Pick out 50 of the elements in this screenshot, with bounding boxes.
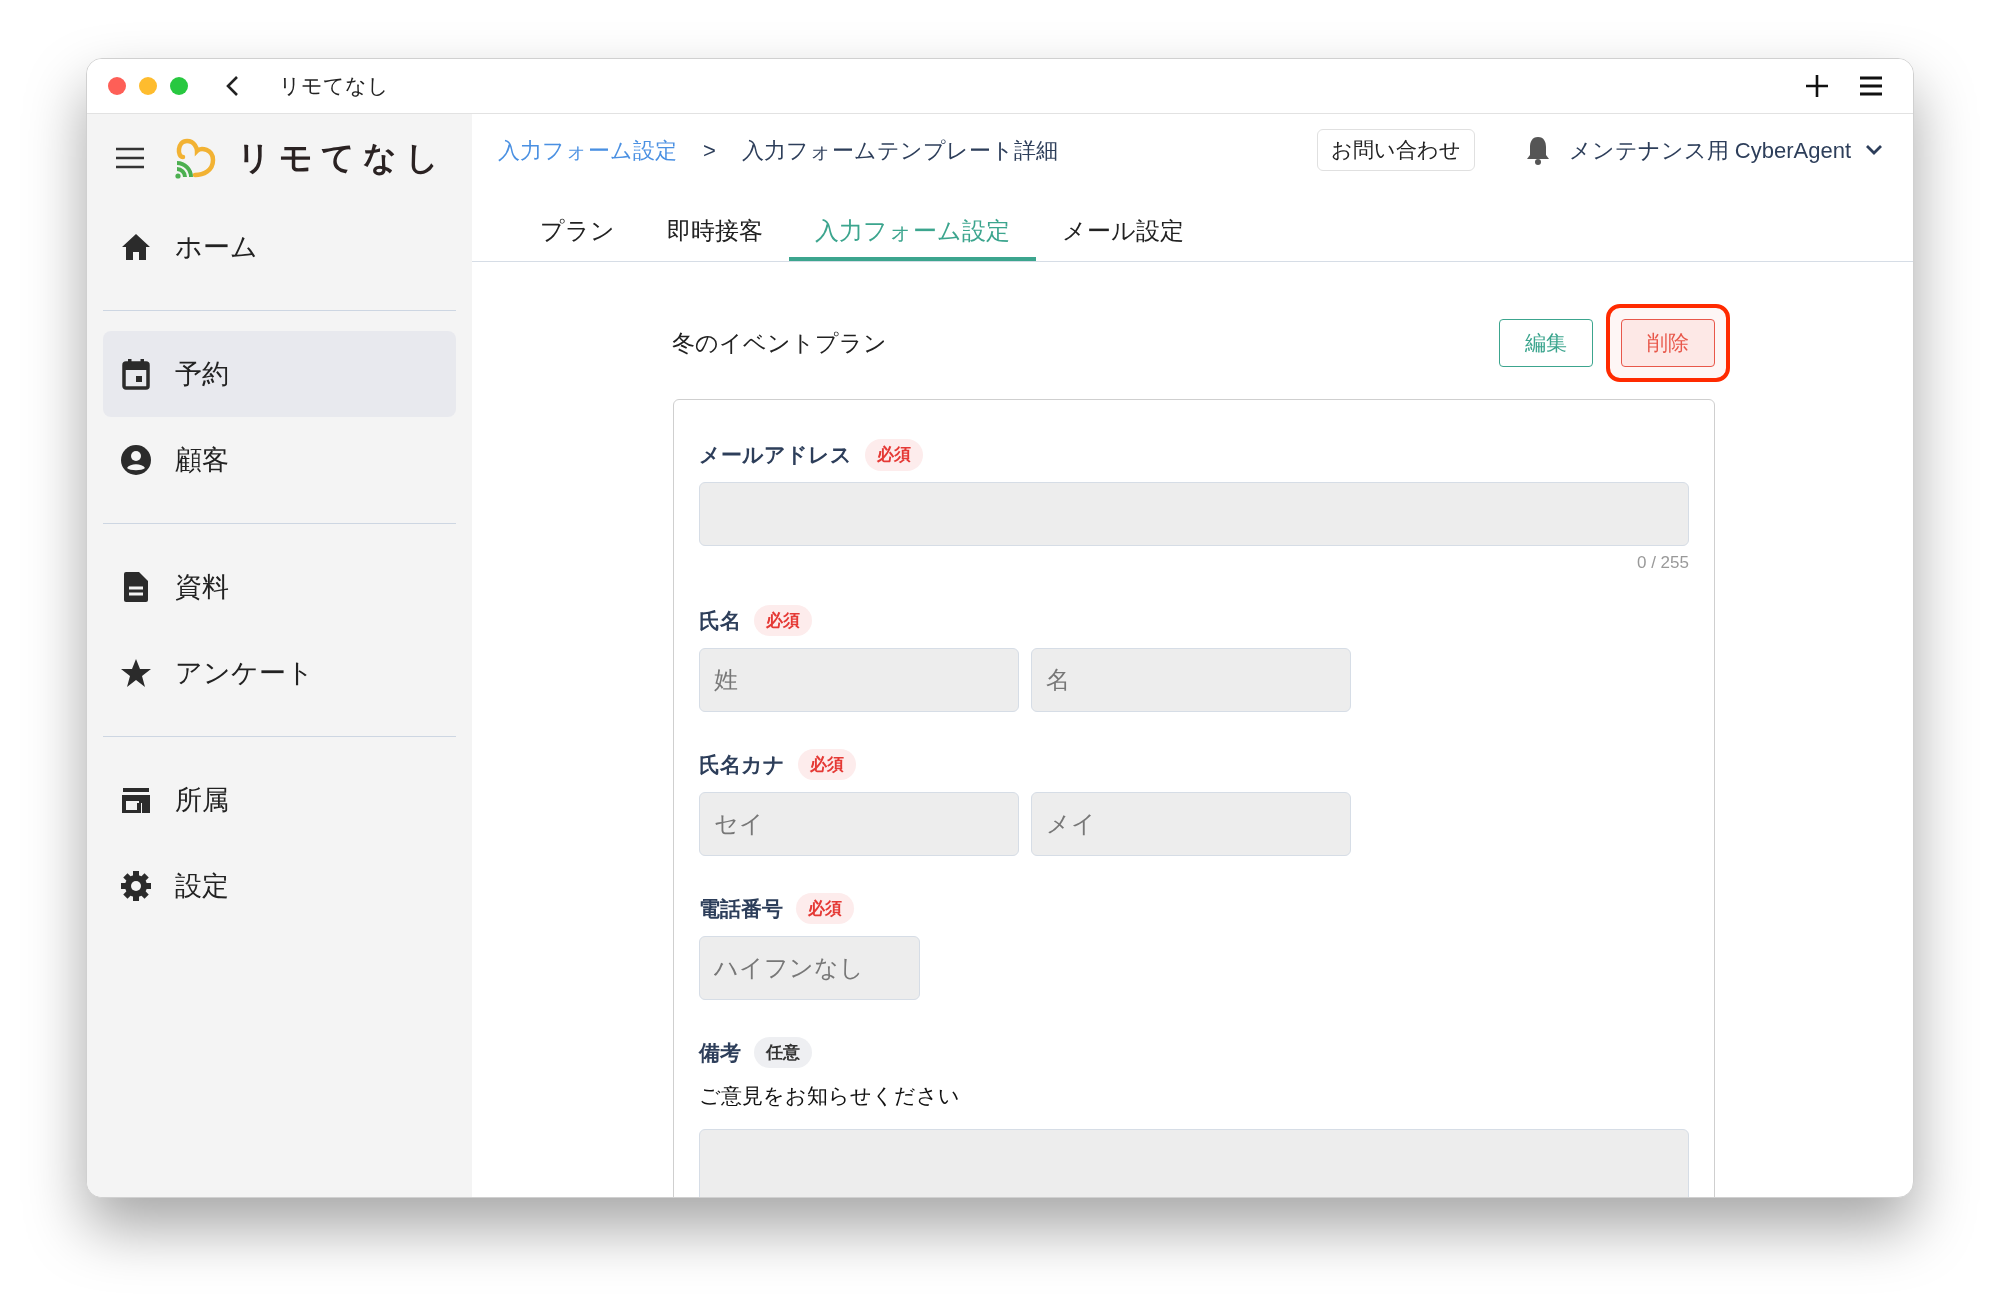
contact-button[interactable]: お問い合わせ <box>1316 129 1475 171</box>
document-icon <box>123 571 149 603</box>
nav-item[interactable]: 資料 <box>103 544 456 630</box>
tab[interactable]: メール設定 <box>1036 205 1210 261</box>
input-field[interactable]: メイ <box>1031 791 1351 856</box>
input-field[interactable]: ハイフンなし <box>699 935 920 1000</box>
nav-item[interactable]: 設定 <box>103 843 456 929</box>
required-badge: 必須 <box>796 892 854 925</box>
tab[interactable]: 即時接客 <box>641 205 789 261</box>
chevron-down-icon <box>1865 144 1883 156</box>
account-icon <box>120 444 152 476</box>
nav-item[interactable]: ホーム <box>103 204 456 290</box>
tab[interactable]: プラン <box>514 205 641 261</box>
required-badge: 必須 <box>865 439 923 471</box>
character-counter: 0 / 255 <box>1637 552 1689 574</box>
input-field[interactable] <box>699 482 1689 546</box>
required-badge: 必須 <box>798 748 856 781</box>
breadcrumb-separator: > <box>703 136 716 165</box>
nav-item[interactable]: アンケート <box>103 630 456 716</box>
template-title: 冬のイベントプラン <box>671 328 887 358</box>
menu-icon[interactable] <box>115 147 145 169</box>
field-description: ご意見をお知らせください <box>699 1082 961 1109</box>
home-icon <box>121 233 151 261</box>
nav-item[interactable]: 所属 <box>103 757 456 843</box>
user-name: メンテナンス用 CyberAgent <box>1568 136 1851 165</box>
star-icon <box>120 658 152 688</box>
optional-badge: 任意 <box>754 1036 812 1069</box>
input-field[interactable]: セイ <box>699 791 1019 856</box>
window-title: リモてなし <box>279 73 389 100</box>
add-icon[interactable] <box>1805 74 1829 98</box>
bell-icon[interactable] <box>1524 135 1551 165</box>
field-label: 氏名 <box>699 607 741 634</box>
close-window-button[interactable] <box>108 77 126 95</box>
required-badge: 必須 <box>754 604 812 637</box>
store-icon <box>121 787 151 813</box>
user-menu[interactable]: メンテナンス用 CyberAgent <box>1568 133 1883 167</box>
field-label: メールアドレス <box>699 442 852 469</box>
field-label: 備考 <box>699 1039 741 1066</box>
settings-icon <box>120 870 152 902</box>
field-label: 氏名カナ <box>699 751 785 778</box>
field-label: 電話番号 <box>699 895 783 922</box>
logo-text: リモてなし <box>237 138 447 179</box>
calendar-icon <box>122 358 150 390</box>
nav-item[interactable]: 予約 <box>103 331 456 417</box>
breadcrumb-current: 入力フォームテンプレート詳細 <box>741 136 1058 165</box>
back-icon[interactable] <box>225 75 239 97</box>
input-field[interactable]: 姓 <box>699 647 1019 712</box>
menu-icon[interactable] <box>1859 76 1883 96</box>
nav-item[interactable]: 顧客 <box>103 417 456 503</box>
input-field[interactable]: 名 <box>1031 647 1351 712</box>
